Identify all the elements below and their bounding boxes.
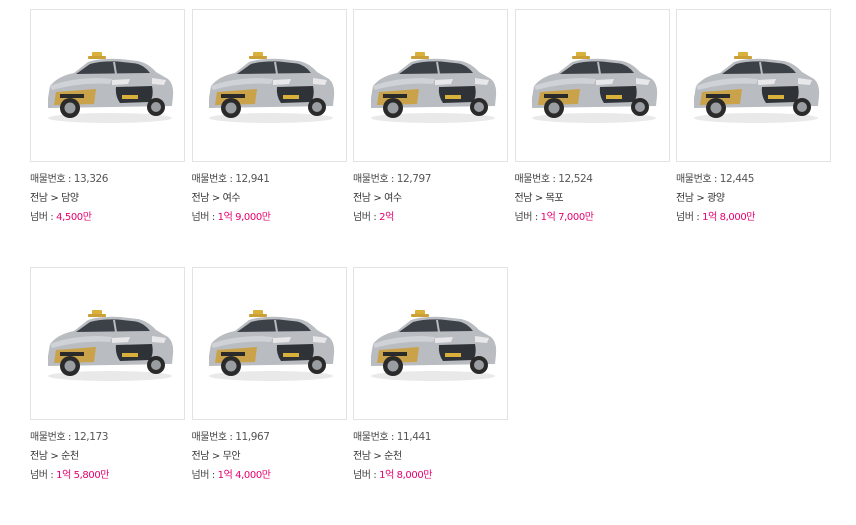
listing-price-label: 넘버: [514, 212, 533, 223]
listing-price-label: 넘버: [30, 470, 48, 481]
listing-number-row: 매물번호 : 13,326: [30, 173, 109, 185]
listing-info: 매물번호 : 12,941 전남 > 여수 넘버 : 1억 9,000만: [192, 173, 347, 232]
listing-card[interactable]: 매물번호 : 11,441 전남 > 순천 넘버 : 1억 8,000만: [353, 267, 508, 525]
listing-card[interactable]: 매물번호 : 12,524 전남 > 목포 넘버 : 1억 7,000만: [514, 9, 670, 267]
taxi-car-icon: [209, 51, 335, 123]
taxi-car-image[interactable]: [676, 9, 831, 162]
taxi-car-image[interactable]: [353, 9, 508, 162]
listing-number: 12,797: [396, 173, 432, 185]
listing-number-label: 매물번호: [191, 174, 228, 185]
listing-info: 매물번호 : 11,967 전남 > 무안 넘버 : 1억 4,000만: [192, 431, 347, 490]
listing-price: 4,500만: [56, 212, 92, 223]
taxi-car-icon: [47, 309, 173, 381]
listing-card[interactable]: 매물번호 : 12,941 전남 > 여수 넘버 : 1억 9,000만: [191, 9, 347, 267]
taxi-car-icon: [370, 51, 496, 123]
listing-price-row: 넘버 : 4,500만: [30, 212, 92, 223]
listing-region-text: 전남 > 여수: [191, 192, 241, 204]
listing-region: 전남 > 여수: [353, 193, 508, 213]
listing-info: 매물번호 : 12,173 전남 > 순천 넘버 : 1억 5,800만: [30, 431, 185, 490]
listing-price-row: 넘버 : 1억 8,000만: [353, 470, 433, 481]
taxi-car-image[interactable]: [514, 9, 670, 162]
listing-number-label: 매물번호: [353, 174, 389, 185]
listing-number-label: 매물번호: [30, 432, 66, 443]
listing-price: 1억 4,000만: [217, 470, 271, 481]
listing-info: 매물번호 : 12,797 전남 > 여수 넘버 : 2억: [353, 173, 508, 232]
taxi-car-icon: [370, 309, 496, 381]
listing-number-label: 매물번호: [191, 432, 228, 443]
listing-region-text: 전남 > 목포: [514, 192, 564, 204]
listing-region: 전남 > 여수: [192, 193, 347, 213]
listing-region: 전남 > 순천: [353, 451, 508, 471]
listing-price-label: 넘버: [353, 470, 371, 481]
listing-region-text: 전남 > 광양: [676, 192, 725, 204]
listing-number-row: 매물번호 : 12,941: [191, 173, 270, 185]
listing-price: 1억 8,000만: [702, 212, 756, 223]
listing-number-row: 매물번호 : 12,173: [30, 431, 109, 443]
listing-price-row: 넘버 : 1억 8,000만: [676, 212, 756, 223]
listing-price-row: 넘버 : 1억 9,000만: [191, 212, 272, 223]
listing-number-row: 매물번호 : 12,797: [353, 173, 432, 185]
taxi-car-image[interactable]: [30, 267, 185, 420]
taxi-car-image[interactable]: [191, 267, 347, 420]
listing-price: 1억 8,000만: [379, 470, 433, 481]
listing-card[interactable]: 매물번호 : 11,967 전남 > 무안 넘버 : 1억 4,000만: [191, 267, 347, 525]
listing-card[interactable]: 매물번호 : 12,445 전남 > 광양 넘버 : 1억 8,000만: [676, 9, 831, 267]
listing-number: 11,967: [235, 431, 270, 443]
listing-price-row: 넘버 : 1억 4,000만: [191, 470, 272, 481]
listing-number-row: 매물번호 : 11,441: [353, 431, 432, 443]
listing-region-text: 전남 > 담양: [30, 192, 79, 204]
listing-price-row: 넘버 : 1억 5,800만: [30, 470, 110, 481]
listing-info: 매물번호 : 12,524 전남 > 목포 넘버 : 1억 7,000만: [515, 173, 670, 232]
listing-region: 전남 > 담양: [30, 193, 185, 213]
listing-price: 2억: [379, 212, 394, 223]
listing-region-text: 전남 > 무안: [191, 450, 241, 462]
listing-price: 1억 7,000만: [540, 212, 594, 223]
listing-region: 전남 > 무안: [192, 451, 347, 471]
listing-number-label: 매물번호: [676, 174, 712, 185]
listing-number-row: 매물번호 : 12,524: [514, 173, 593, 185]
listing-number-row: 매물번호 : 12,445: [676, 173, 755, 185]
listing-price: 1억 5,800만: [56, 470, 110, 481]
listing-info: 매물번호 : 11,441 전남 > 순천 넘버 : 1억 8,000만: [353, 431, 508, 490]
listing-number: 11,441: [396, 431, 432, 443]
taxi-car-icon: [209, 309, 335, 381]
listing-info: 매물번호 : 12,445 전남 > 광양 넘버 : 1억 8,000만: [676, 173, 831, 232]
listing-number-label: 매물번호: [30, 174, 66, 185]
listing-price-label: 넘버: [191, 212, 210, 223]
listing-price: 1억 9,000만: [217, 212, 271, 223]
listing-number: 12,524: [558, 173, 593, 185]
listing-card[interactable]: 매물번호 : 13,326 전남 > 담양 넘버 : 4,500만: [30, 9, 185, 267]
listing-number: 12,941: [235, 173, 270, 185]
listing-price-label: 넘버: [30, 212, 48, 223]
listing-number-label: 매물번호: [514, 174, 551, 185]
listing-price-label: 넘버: [676, 212, 694, 223]
listing-number-label: 매물번호: [353, 432, 389, 443]
listing-region: 전남 > 목포: [515, 193, 670, 213]
listing-region: 전남 > 광양: [676, 193, 831, 213]
listing-price-label: 넘버: [191, 470, 210, 481]
listing-price-label: 넘버: [353, 212, 371, 223]
listing-region-text: 전남 > 순천: [30, 450, 79, 462]
listing-info: 매물번호 : 13,326 전남 > 담양 넘버 : 4,500만: [30, 173, 185, 232]
listing-region: 전남 > 순천: [30, 451, 185, 471]
taxi-car-icon: [47, 51, 173, 123]
taxi-car-image[interactable]: [30, 9, 185, 162]
taxi-car-icon: [693, 51, 819, 123]
listing-card[interactable]: 매물번호 : 12,173 전남 > 순천 넘버 : 1억 5,800만: [30, 267, 185, 525]
listing-number: 13,326: [73, 173, 109, 185]
listing-region-text: 전남 > 순천: [353, 450, 402, 462]
listing-number: 12,445: [719, 173, 755, 185]
listing-price-row: 넘버 : 1억 7,000만: [514, 212, 595, 223]
listing-grid: 매물번호 : 13,326 전남 > 담양 넘버 : 4,500만 매물번호:…: [30, 9, 840, 525]
taxi-car-icon: [532, 51, 658, 123]
listing-card[interactable]: 매물번호 : 12,797 전남 > 여수 넘버 : 2억: [353, 9, 508, 267]
taxi-car-image[interactable]: [353, 267, 508, 420]
listing-number-row: 매물번호 : 11,967: [191, 431, 270, 443]
taxi-car-image[interactable]: [191, 9, 347, 162]
listing-region-text: 전남 > 여수: [353, 192, 402, 204]
listing-price-row: 넘버 : 2억: [353, 212, 394, 223]
listing-number: 12,173: [73, 431, 109, 443]
